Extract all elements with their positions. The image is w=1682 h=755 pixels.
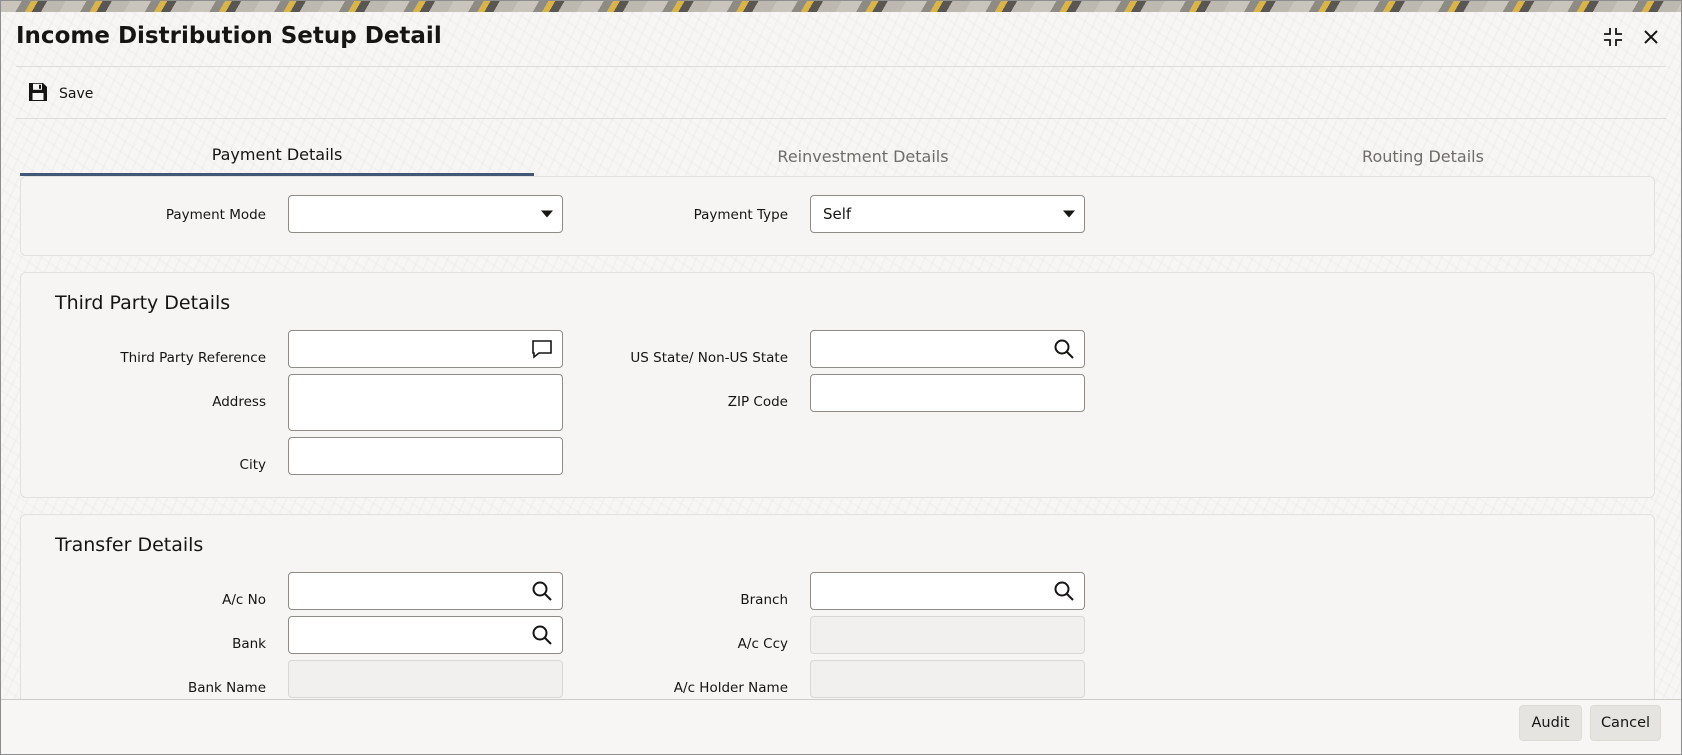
search-icon[interactable] [531, 624, 553, 646]
zip-code-label: ZIP Code [727, 394, 788, 410]
city-input[interactable] [288, 437, 563, 475]
branch-input[interactable] [810, 572, 1085, 610]
transfer-panel: Transfer Details A/c No Branch Bank A/c … [20, 514, 1655, 714]
third-party-reference-label: Third Party Reference [120, 350, 266, 366]
us-state-label: US State/ Non-US State [630, 350, 788, 366]
maximize-icon[interactable] [1599, 23, 1627, 51]
tab-payment-details[interactable]: Payment Details [20, 136, 534, 176]
audit-button[interactable]: Audit [1519, 705, 1582, 741]
income-distribution-window: Income Distribution Setup Detail Save Pa… [0, 0, 1682, 755]
chevron-down-icon[interactable] [1063, 210, 1075, 218]
bank-input[interactable] [288, 616, 563, 654]
ac-ccy-input [810, 616, 1085, 654]
tab-reinvestment-details[interactable]: Reinvestment Details [606, 136, 1120, 176]
address-label: Address [212, 394, 266, 410]
page-title: Income Distribution Setup Detail [16, 23, 442, 49]
payment-type-select[interactable]: Self [810, 195, 1085, 233]
save-button[interactable]: Save [27, 81, 93, 107]
chevron-down-icon[interactable] [541, 210, 553, 218]
title-divider [16, 66, 1666, 67]
ac-holder-name-input [810, 660, 1085, 698]
us-state-input[interactable] [810, 330, 1085, 368]
search-icon[interactable] [1053, 338, 1075, 360]
close-icon[interactable] [1637, 23, 1665, 51]
chat-bubble-icon[interactable] [531, 339, 553, 359]
third-party-panel: Third Party Details Third Party Referenc… [20, 272, 1655, 498]
bank-name-input [288, 660, 563, 698]
city-label: City [239, 457, 266, 473]
ac-no-label: A/c No [222, 592, 266, 608]
payment-mode-label: Payment Mode [165, 207, 266, 223]
third-party-reference-input[interactable] [288, 330, 563, 368]
ac-holder-name-label: A/c Holder Name [673, 680, 788, 696]
save-label: Save [59, 86, 94, 102]
ac-ccy-label: A/c Ccy [737, 636, 788, 652]
third-party-section-title: Third Party Details [55, 292, 231, 314]
payment-type-label: Payment Type [693, 207, 788, 223]
decorative-header-strip [1, 1, 1681, 12]
tab-bar: Payment Details Reinvestment Details Rou… [20, 136, 1655, 176]
bank-label: Bank [232, 636, 266, 652]
cancel-button[interactable]: Cancel [1590, 705, 1661, 741]
toolbar-divider [16, 118, 1666, 119]
payment-mode-select[interactable] [288, 195, 563, 233]
tab-routing-details[interactable]: Routing Details [1166, 136, 1680, 176]
branch-label: Branch [740, 592, 788, 608]
transfer-section-title: Transfer Details [55, 534, 204, 556]
footer-bar [1, 699, 1681, 754]
search-icon[interactable] [531, 580, 553, 602]
address-textarea[interactable] [288, 374, 563, 431]
search-icon[interactable] [1053, 580, 1075, 602]
payment-panel: Payment Mode Payment Type Self [20, 176, 1655, 256]
zip-code-input[interactable] [810, 374, 1085, 412]
ac-no-input[interactable] [288, 572, 563, 610]
payment-type-value: Self [823, 205, 852, 223]
bank-name-label: Bank Name [187, 680, 266, 696]
floppy-disk-icon [27, 81, 49, 107]
